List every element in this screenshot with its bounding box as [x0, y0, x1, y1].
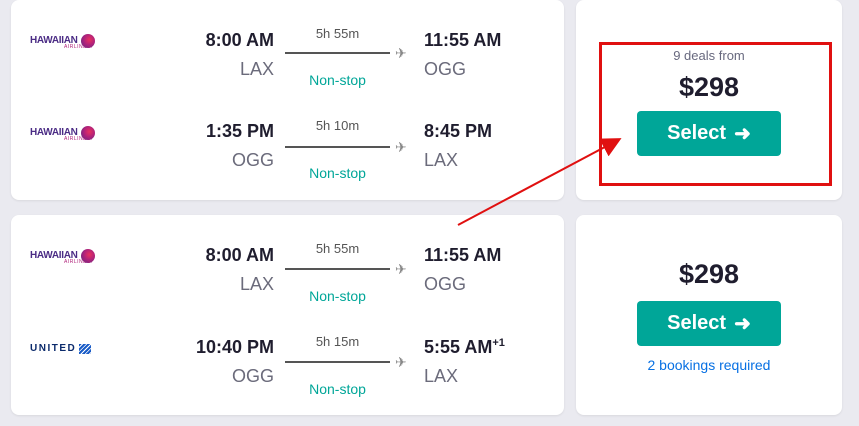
annotation-arrow — [457, 138, 622, 226]
